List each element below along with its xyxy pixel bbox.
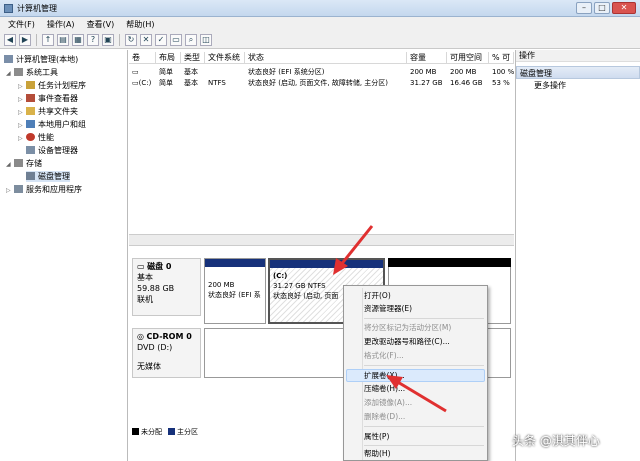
annotation-arrow-partition [333, 225, 374, 275]
annotation-arrow-extend [386, 375, 447, 413]
watermark: 头条 @淇其伴心 [512, 434, 600, 448]
annotation-arrows [333, 225, 447, 413]
